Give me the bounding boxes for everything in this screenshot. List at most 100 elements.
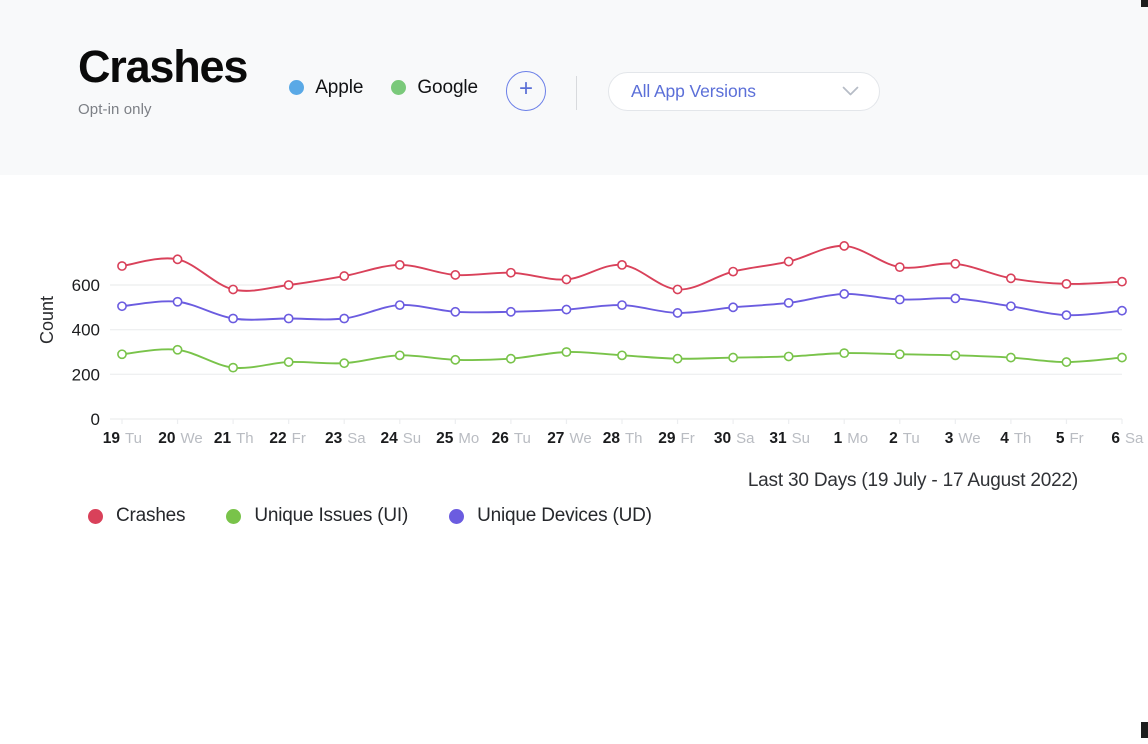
chart-data-point[interactable] [172,344,183,355]
x-axis-tick-label: 19 Tu [103,430,142,447]
chart-data-point[interactable] [1117,352,1127,363]
chart-data-point[interactable] [505,267,516,278]
chart-series-group [117,241,1127,373]
chart-data-point[interactable] [117,261,127,271]
chart-data-point[interactable] [783,256,794,267]
svg-text:Mo: Mo [847,430,868,447]
chart-data-point[interactable] [561,347,572,357]
header-divider [576,76,577,110]
chart-data-point[interactable] [117,349,127,360]
chart-data-point[interactable] [894,294,905,305]
chart-data-point[interactable] [672,308,683,318]
svg-text:6: 6 [1111,430,1120,447]
chart-data-point[interactable] [283,280,294,290]
platform-toggle-apple[interactable]: Apple [289,77,363,99]
chart-data-point[interactable] [783,351,794,362]
chart-data-point[interactable] [505,306,516,317]
svg-text:Tu: Tu [514,430,531,447]
chart-data-point[interactable] [561,304,572,315]
chart-data-point[interactable] [117,301,127,312]
page-title: Crashes [78,41,248,92]
app-version-select[interactable]: All App Versions [608,72,880,111]
chart-data-point[interactable] [617,300,627,311]
chart-data-point[interactable] [1117,276,1127,287]
chart-data-point[interactable] [839,289,850,299]
page-subtitle: Opt-in only [78,101,152,118]
chart-data-point[interactable] [228,313,239,324]
crashes-line-chart[interactable]: 0200400600 19 Tu 20 We 21 Th 22 Fr 23 Sa 24 Su 25 Mo 2… [0,175,1148,475]
chart-data-point[interactable] [394,350,405,361]
svg-text:23: 23 [325,430,343,447]
chart-data-point[interactable] [450,270,461,280]
y-axis-tick-label: 200 [72,365,100,384]
legend-item-crashes[interactable]: Crashes [88,505,186,527]
svg-text:Mo: Mo [458,430,479,447]
chart-data-point[interactable] [228,362,239,373]
chart-series-unique-devices-ud [117,289,1127,324]
svg-text:Fr: Fr [292,430,306,447]
chart-data-point[interactable] [228,284,239,295]
chart-data-point[interactable] [172,296,183,307]
legend-color-dot-icon [88,508,103,524]
add-platform-button[interactable]: + [506,70,546,111]
chart-data-point[interactable] [1117,305,1127,316]
chart-data-point[interactable] [394,300,405,311]
svg-text:2: 2 [889,430,898,447]
chart-data-point[interactable] [950,293,961,304]
page-header: Crashes Opt-in only Apple Google + All A… [0,0,1148,175]
chart-data-point[interactable] [1005,301,1016,312]
svg-text:28: 28 [603,430,621,447]
chart-data-point[interactable] [950,258,961,269]
platform-label-apple: Apple [315,76,364,98]
chart-data-point[interactable] [950,350,961,361]
chart-data-point[interactable] [728,352,739,363]
chart-data-point[interactable] [283,357,294,367]
legend-item-unique-issues-ui[interactable]: Unique Issues (UI) [226,505,408,527]
chart-data-point[interactable] [505,353,516,364]
chart-data-point[interactable] [894,349,905,360]
chart-area: 0 200 400 600 19 Tu 20 We 21 Th 22 Fr 23 Sa 24 Su 25 Mo 2… [0,175,1148,744]
chart-data-point[interactable] [672,353,683,364]
svg-text:29: 29 [658,430,676,447]
svg-text:31: 31 [769,430,787,447]
chart-data-point[interactable] [339,358,350,369]
chart-data-point[interactable] [672,284,683,295]
chart-data-point[interactable] [783,297,794,308]
chart-data-point[interactable] [728,302,739,313]
x-axis-tick-label: 6 Sa [1111,430,1144,447]
svg-text:30: 30 [714,430,731,447]
chart-data-point[interactable] [728,266,739,277]
chart-data-point[interactable] [561,274,572,285]
x-axis-tick-label: 31 Su [769,430,810,447]
chart-data-point[interactable] [839,241,850,251]
chart-data-point[interactable] [1061,310,1072,321]
y-axis-tick-label: 600 [72,276,100,295]
x-axis-tick-label: 30 Sa [714,430,755,447]
chart-data-point[interactable] [450,306,461,317]
chart-data-point[interactable] [1061,278,1072,289]
chart-data-point[interactable] [617,260,627,270]
svg-text:3: 3 [945,430,954,447]
chart-data-point[interactable] [339,313,350,324]
chart-data-point[interactable] [450,354,461,365]
svg-text:Tu: Tu [903,430,920,447]
chart-series-unique-issues-ui [117,344,1127,373]
svg-text:We: We [958,430,980,447]
chart-data-point[interactable] [283,313,294,324]
svg-text:5: 5 [1056,430,1065,447]
legend-item-unique-devices-ud[interactable]: Unique Devices (UD) [449,505,652,527]
chart-data-point[interactable] [1005,352,1016,363]
chart-data-point[interactable] [894,262,905,273]
title-block: Crashes Opt-in only [78,41,248,118]
svg-text:22: 22 [269,430,286,447]
chart-data-point[interactable] [839,348,850,359]
chart-data-point[interactable] [617,350,627,361]
chart-data-point[interactable] [394,260,405,270]
chart-data-point[interactable] [1005,273,1016,284]
chart-data-point[interactable] [172,254,183,265]
chart-data-point[interactable] [339,271,350,281]
chevron-down-icon [842,86,859,97]
chart-data-point[interactable] [1061,357,1072,367]
chart-y-axis: 0 200 400 600 [72,276,100,429]
platform-toggle-google[interactable]: Google [391,77,478,99]
